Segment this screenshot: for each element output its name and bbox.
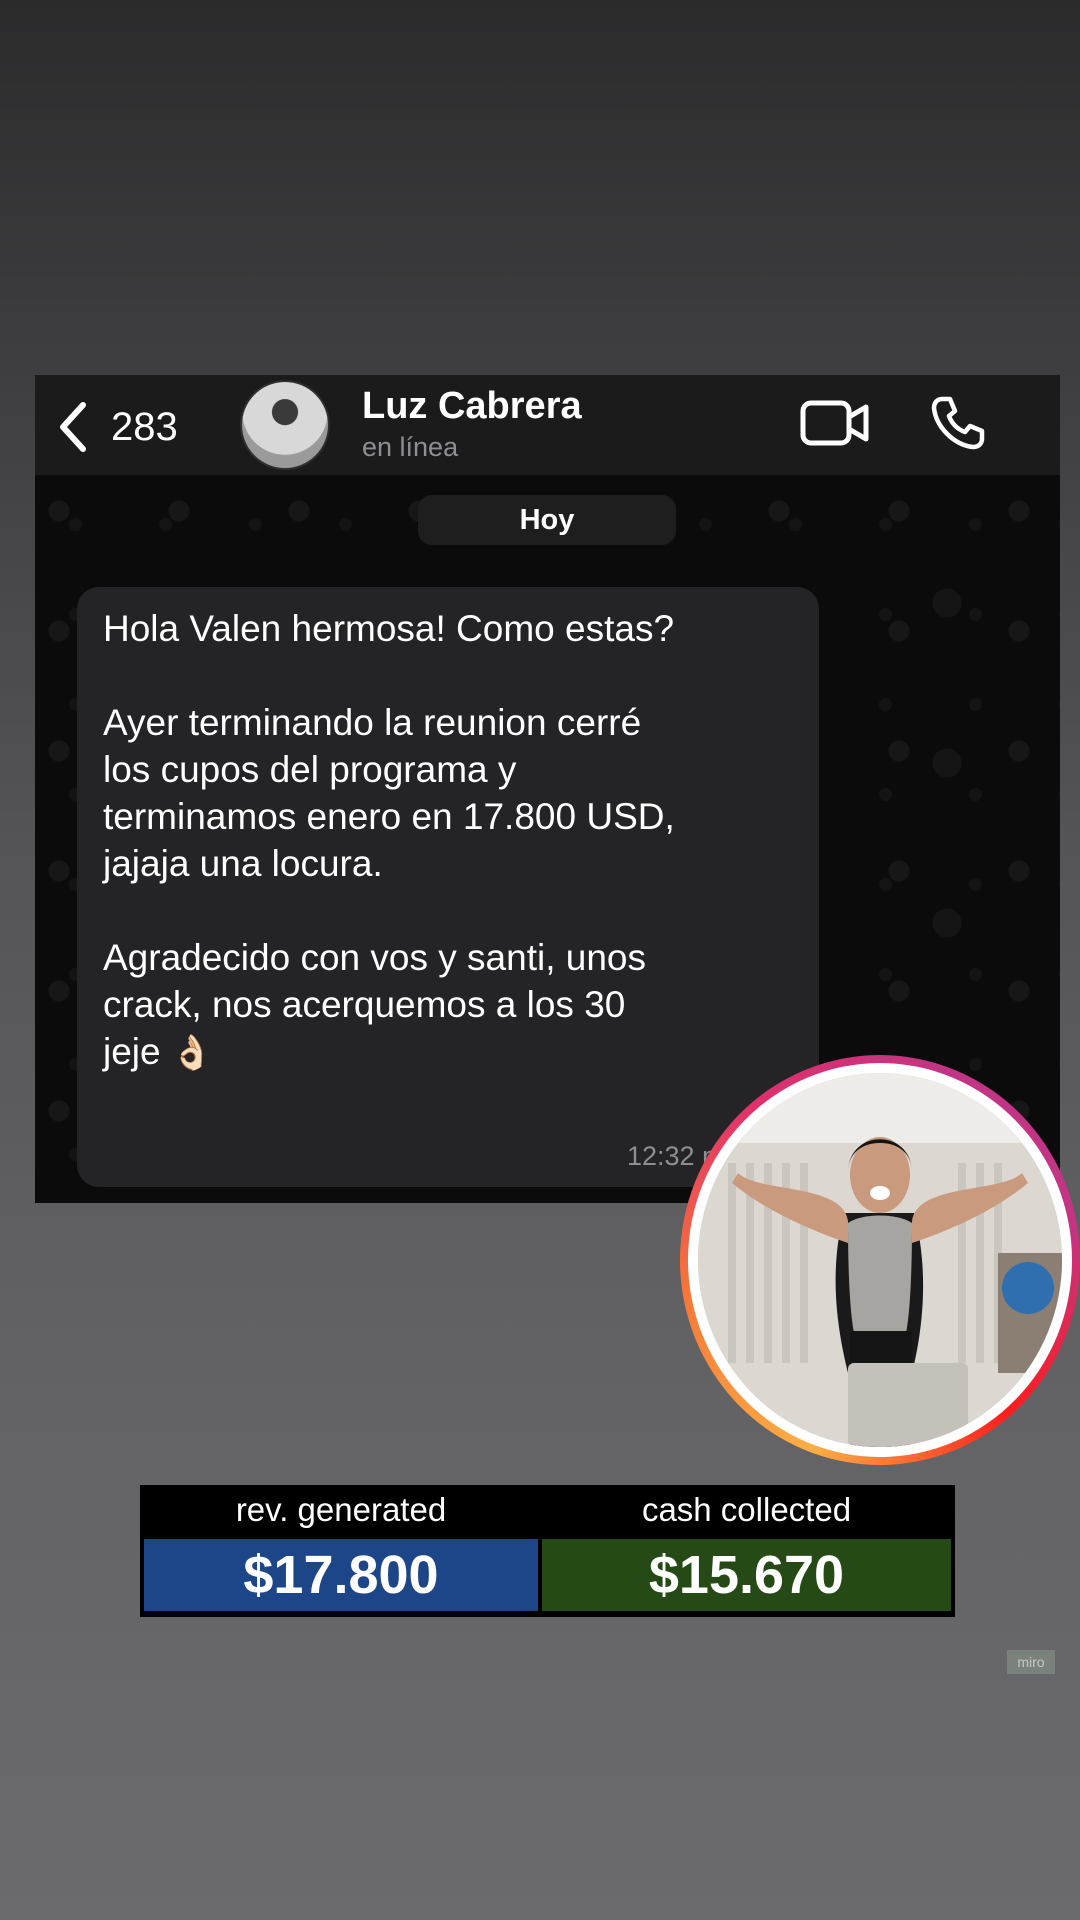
phone-icon xyxy=(931,396,985,450)
message-line: crack, nos acerquemos a los 30 xyxy=(103,984,626,1025)
cash-label: cash collected xyxy=(641,1491,852,1528)
back-count: 283 xyxy=(111,404,178,449)
watermark: miro xyxy=(1007,1650,1055,1674)
message-line: terminamos enero en 17.800 USD, xyxy=(103,796,675,837)
ok-hand-emoji: 👌🏻 xyxy=(170,1033,214,1073)
woman-photo-illustration xyxy=(698,1073,1062,1447)
video-camera-icon xyxy=(800,400,869,446)
revenue-value: $17.800 xyxy=(144,1539,538,1611)
profile-photo xyxy=(698,1073,1062,1447)
video-call-button[interactable] xyxy=(800,397,870,454)
message-text: jeje xyxy=(103,1031,161,1072)
message-bubble[interactable]: Hola Valen hermosa! Como estas? Ayer ter… xyxy=(77,587,819,1187)
message-line: Agradecido con vos y santi, unos xyxy=(103,937,646,978)
chat-header: 283 Luz Cabrera en línea xyxy=(35,375,1060,475)
contact-name: Luz Cabrera xyxy=(362,385,582,427)
message-line-last: jeje 👌🏻 xyxy=(103,1028,793,1075)
revenue-label: rev. generated xyxy=(235,1491,447,1528)
message-line: Ayer terminando la reunion cerré xyxy=(103,702,642,743)
message-line: jajaja una locura. xyxy=(103,843,383,884)
message-line: Hola Valen hermosa! Como estas? xyxy=(103,608,675,649)
profile-photo-border xyxy=(688,1063,1072,1457)
stats-table: rev. generated cash collected $17.800 $1… xyxy=(140,1485,955,1617)
avatar[interactable] xyxy=(240,380,330,470)
contact-info[interactable]: Luz Cabrera en línea xyxy=(362,385,582,463)
message-line xyxy=(103,652,793,699)
profile-photo-ring xyxy=(680,1055,1080,1465)
chevron-left-icon xyxy=(60,402,86,452)
cash-value: $15.670 xyxy=(542,1539,951,1611)
message-line: los cupos del programa y xyxy=(103,749,517,790)
contact-status: en línea xyxy=(362,432,459,462)
back-button[interactable]: 283 xyxy=(57,401,178,453)
message-line xyxy=(103,887,793,934)
date-divider: Hoy xyxy=(418,495,676,545)
voice-call-button[interactable] xyxy=(930,395,986,456)
